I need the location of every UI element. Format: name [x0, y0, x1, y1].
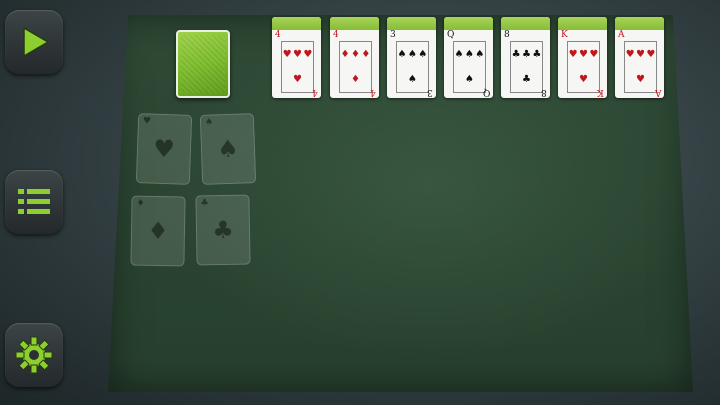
card-suit: ♥: [579, 74, 588, 85]
play-button[interactable]: [5, 10, 63, 74]
card-suit: ♦: [351, 49, 360, 60]
card-suit: ♦: [351, 74, 360, 85]
card-suit: ♠: [408, 74, 417, 85]
foundation-diamonds[interactable]: ♦ ♦: [130, 195, 186, 267]
foundation-spades[interactable]: ♠ ♠: [199, 113, 257, 185]
card-suit: ♥: [646, 49, 656, 60]
card-band: [501, 17, 550, 30]
tableau-card[interactable]: 8 ♣ ♣ ♣ ♣ 8: [501, 17, 550, 98]
foundation-clubs[interactable]: ♣ ♣: [195, 194, 251, 266]
card-face: ♥ ♥ ♥ ♥: [281, 41, 314, 93]
card-suit: ♣: [522, 74, 531, 85]
card-face: ♠ ♠ ♠ ♠: [453, 41, 486, 93]
card-rank: 4: [275, 30, 281, 40]
menu-icon: [18, 189, 50, 214]
card-rank-bottom: A: [654, 87, 662, 97]
card-band: [615, 17, 664, 30]
card-suit: ♥: [282, 49, 292, 60]
card-rank-bottom: 8: [541, 87, 547, 97]
spade-icon: ♠: [216, 134, 240, 164]
menu-button[interactable]: [5, 170, 63, 234]
card-suit: ♥: [625, 49, 635, 60]
card-suit: ♥: [568, 49, 578, 60]
foundation-corner: ♣: [200, 198, 209, 209]
card-face: ♣ ♣ ♣ ♣: [510, 41, 543, 93]
card-suit: ♠: [397, 49, 407, 60]
card-face: ♦ ♦ ♦ ♦: [339, 41, 372, 93]
card-suit: ♥: [636, 49, 645, 60]
card-suit: ♦: [361, 49, 371, 60]
card-suit: ♠: [454, 49, 464, 60]
foundation-corner: ♠: [204, 117, 214, 128]
card-band: [330, 17, 379, 30]
card-rank-bottom: Q: [482, 87, 490, 97]
tableau-card[interactable]: 3 ♠ ♠ ♠ ♠ 3: [387, 17, 436, 98]
club-icon: ♣: [211, 215, 234, 245]
card-band: [387, 17, 436, 30]
card-rank: 8: [504, 30, 510, 40]
tableau-card[interactable]: 4 ♦ ♦ ♦ ♦ 4: [330, 17, 379, 98]
card-suit: ♠: [408, 49, 417, 60]
card-suit: ♥: [293, 74, 302, 85]
gear-icon: [15, 336, 53, 374]
foundation-hearts[interactable]: ♥ ♥: [135, 113, 193, 185]
card-rank-bottom: 4: [312, 87, 318, 97]
stock-pile[interactable]: [176, 30, 230, 98]
card-suit: ♥: [636, 74, 645, 85]
card-rank: A: [618, 30, 625, 40]
card-band: [272, 17, 321, 30]
heart-icon: ♥: [152, 134, 176, 164]
card-suit: ♠: [475, 49, 485, 60]
card-rank-bottom: 4: [370, 87, 376, 97]
card-suit: ♥: [589, 49, 599, 60]
card-rank: Q: [447, 30, 455, 40]
card-face: ♥ ♥ ♥ ♥: [624, 41, 657, 93]
card-face: ♠ ♠ ♠ ♠: [396, 41, 429, 93]
card-suit: ♥: [303, 49, 313, 60]
diamond-icon: ♦: [146, 216, 169, 246]
card-rank-bottom: 3: [427, 87, 433, 97]
card-suit: ♦: [340, 49, 350, 60]
card-suit: ♣: [522, 49, 531, 60]
tableau-card[interactable]: Q ♠ ♠ ♠ ♠ Q: [444, 17, 493, 98]
card-suit: ♠: [465, 49, 474, 60]
card-suit: ♣: [511, 49, 521, 60]
card-suit: ♣: [532, 49, 542, 60]
card-suit: ♥: [579, 49, 588, 60]
tableau-card[interactable]: A ♥ ♥ ♥ ♥ A: [615, 17, 664, 98]
foundation-corner: ♥: [142, 116, 152, 127]
tableau-card[interactable]: 4 ♥ ♥ ♥ ♥ 4: [272, 17, 321, 98]
card-suit: ♥: [293, 49, 302, 60]
card-suit: ♠: [465, 74, 474, 85]
foundation-corner: ♦: [136, 198, 145, 209]
card-suit: ♠: [418, 49, 428, 60]
play-icon: [23, 26, 50, 58]
card-band: [558, 17, 607, 30]
card-rank: 4: [333, 30, 339, 40]
card-rank-bottom: K: [597, 87, 604, 97]
card-band: [444, 17, 493, 30]
tableau-card[interactable]: K ♥ ♥ ♥ ♥ K: [558, 17, 607, 98]
card-rank: 3: [390, 30, 396, 40]
settings-button[interactable]: [5, 323, 63, 387]
card-face: ♥ ♥ ♥ ♥: [567, 41, 600, 93]
card-rank: K: [561, 30, 568, 40]
